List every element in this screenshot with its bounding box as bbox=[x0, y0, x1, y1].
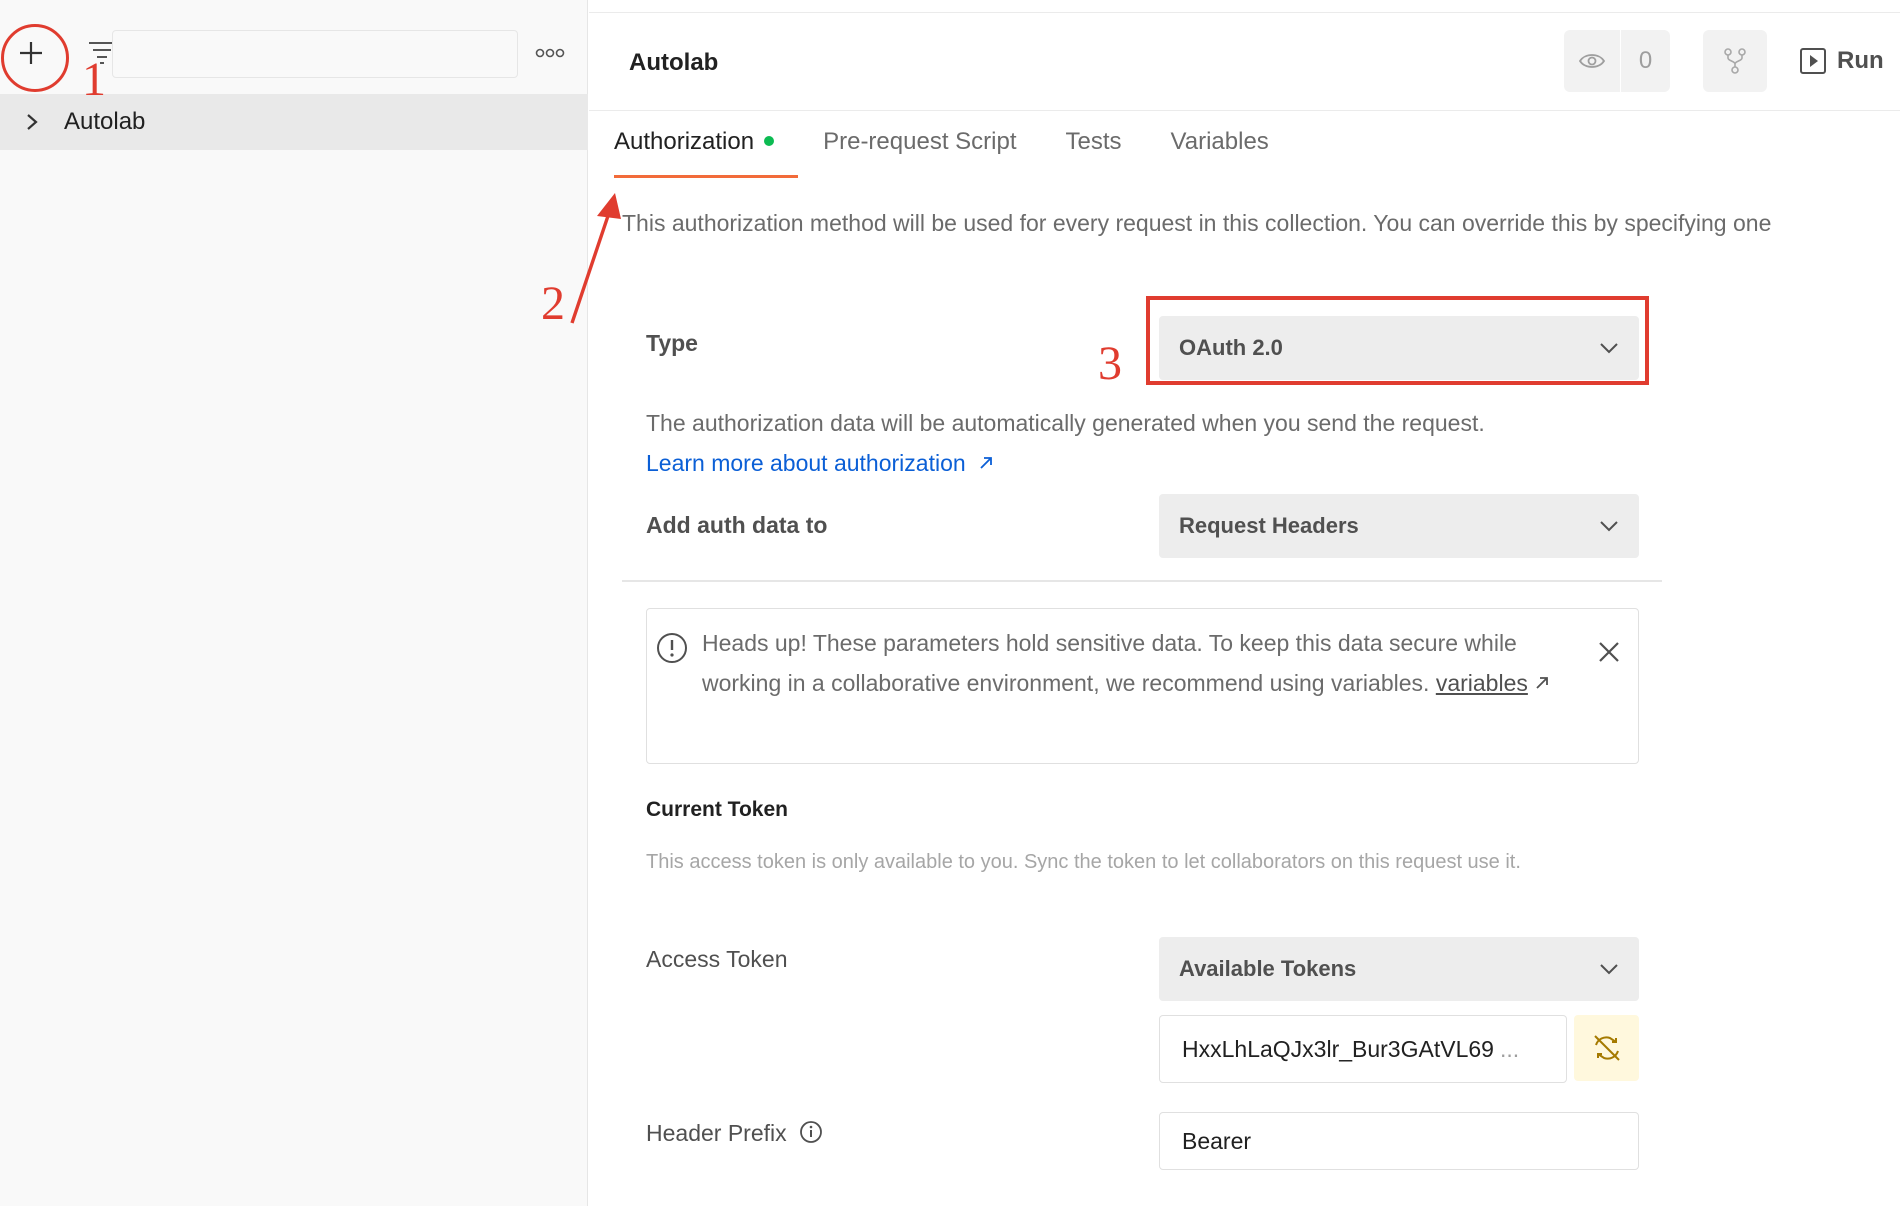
sidebar: Autolab 1 bbox=[0, 0, 588, 1206]
learn-more-text: Learn more about authorization bbox=[646, 450, 966, 476]
annotation-arrow-2 bbox=[570, 193, 621, 324]
tab-label: Tests bbox=[1065, 128, 1122, 155]
tab-pre-request-script[interactable]: Pre-request Script bbox=[823, 112, 1040, 178]
chevron-down-icon bbox=[1600, 521, 1618, 532]
tab-tests[interactable]: Tests bbox=[1066, 112, 1146, 178]
add-auth-data-label: Add auth data to bbox=[646, 512, 828, 538]
annotation-number-2: 2 bbox=[541, 277, 565, 330]
tab-label: Pre-request Script bbox=[823, 128, 1017, 155]
collection-header: Autolab 0 Run bbox=[589, 13, 1900, 111]
more-horizontal-icon bbox=[535, 48, 565, 58]
access-token-label: Access Token bbox=[646, 946, 788, 972]
annotation-box-3 bbox=[1146, 296, 1649, 385]
tab-authorization[interactable]: Authorization bbox=[614, 112, 799, 178]
available-tokens-select[interactable]: Available Tokens bbox=[1159, 937, 1639, 1001]
fork-button[interactable] bbox=[1703, 30, 1767, 92]
header-prefix-text: Header Prefix bbox=[646, 1120, 787, 1146]
more-options-button[interactable] bbox=[530, 38, 570, 68]
header-prefix-input[interactable] bbox=[1159, 1112, 1639, 1170]
main-panel: Autolab 0 Run Authorization Pre-request … bbox=[541, 0, 1900, 1206]
info-icon[interactable] bbox=[799, 1120, 823, 1144]
external-link-icon bbox=[980, 457, 992, 469]
close-alert-button[interactable] bbox=[1594, 637, 1624, 667]
auth-note: The authorization data will be automatic… bbox=[646, 410, 1485, 436]
eye-icon bbox=[1579, 54, 1605, 68]
variables-link[interactable]: variables bbox=[1436, 670, 1528, 696]
watch-button[interactable] bbox=[1564, 30, 1620, 92]
header-prefix-label: Header Prefix bbox=[646, 1120, 823, 1147]
alert-message: Heads up! These parameters hold sensitiv… bbox=[702, 630, 1517, 696]
learn-more-link[interactable]: Learn more about authorization bbox=[646, 450, 994, 477]
tab-variables[interactable]: Variables bbox=[1171, 112, 1293, 178]
annotation-circle-1 bbox=[1, 24, 69, 92]
alert-text: Heads up! These parameters hold sensitiv… bbox=[702, 623, 1582, 703]
page-title: Autolab bbox=[629, 49, 719, 76]
available-tokens-value: Available Tokens bbox=[1179, 956, 1357, 981]
current-token-note: This access token is only available to y… bbox=[646, 851, 1521, 873]
annotation-number-3: 3 bbox=[1098, 337, 1122, 390]
access-token-input[interactable]: HxxLhLaQJx3lr_Bur3GAtVL69... bbox=[1159, 1015, 1567, 1083]
status-dot bbox=[764, 135, 775, 146]
run-label: Run bbox=[1837, 47, 1884, 74]
tab-bar: Authorization Pre-request Script Tests V… bbox=[614, 112, 1318, 178]
sync-off-icon bbox=[1593, 1035, 1620, 1061]
watch-count[interactable]: 0 bbox=[1621, 47, 1670, 75]
type-label: Type bbox=[646, 330, 698, 356]
close-icon bbox=[1599, 642, 1619, 662]
run-button[interactable]: Run bbox=[1799, 43, 1884, 79]
sensitive-data-alert: Heads up! These parameters hold sensitiv… bbox=[646, 608, 1639, 764]
collection-name: Autolab bbox=[64, 108, 146, 135]
external-link-icon bbox=[1536, 677, 1549, 689]
chevron-down-icon bbox=[1600, 964, 1618, 975]
sync-token-button[interactable] bbox=[1574, 1015, 1639, 1081]
section-divider bbox=[622, 580, 1662, 582]
annotation-number-1: 1 bbox=[82, 53, 106, 106]
chevron-right-icon[interactable] bbox=[0, 112, 64, 132]
watch-group: 0 bbox=[1564, 30, 1670, 92]
auth-intro-text: This authorization method will be used f… bbox=[622, 210, 1772, 236]
add-auth-data-select[interactable]: Request Headers bbox=[1159, 494, 1639, 558]
play-icon bbox=[1800, 48, 1826, 74]
sidebar-search-input[interactable] bbox=[112, 30, 518, 78]
tab-label: Authorization bbox=[614, 128, 755, 155]
add-auth-data-value: Request Headers bbox=[1179, 513, 1359, 538]
fork-icon bbox=[1724, 48, 1746, 74]
access-token-value: HxxLhLaQJx3lr_Bur3GAtVL69 bbox=[1182, 1035, 1494, 1062]
token-ellipsis: ... bbox=[1499, 1035, 1520, 1062]
warning-icon bbox=[657, 633, 687, 663]
current-token-title: Current Token bbox=[646, 798, 788, 821]
tab-label: Variables bbox=[1170, 128, 1269, 155]
